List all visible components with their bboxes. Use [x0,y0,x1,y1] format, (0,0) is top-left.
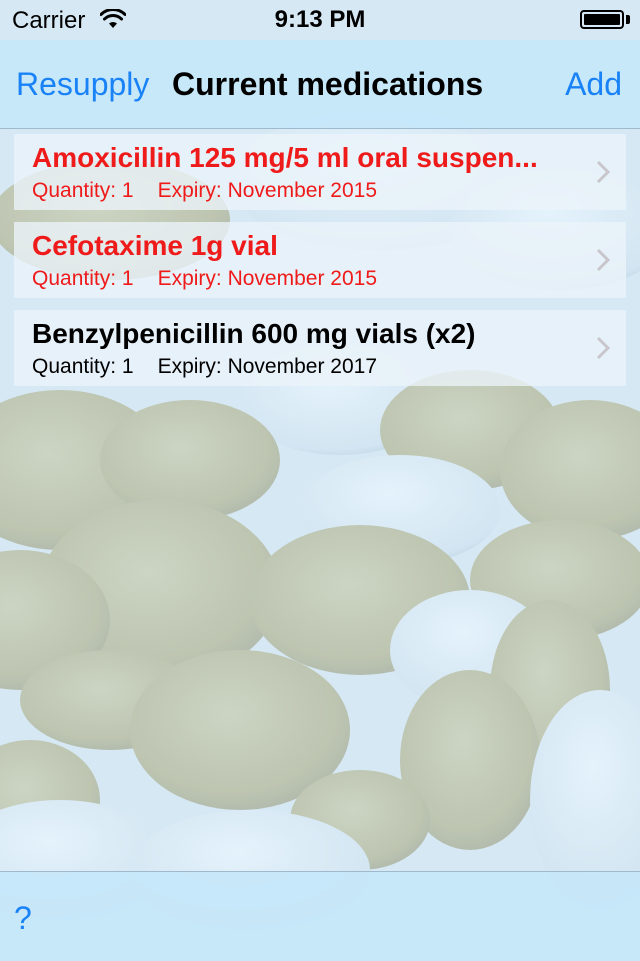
navigation-bar: Resupply Current medications Add [0,40,640,129]
medication-expiry: Expiry: November 2015 [157,267,377,290]
add-button[interactable]: Add [565,66,622,103]
medication-quantity: Quantity: 1 [32,179,134,202]
battery-icon [580,10,624,29]
medication-name: Benzylpenicillin 600 mg vials (x2) [32,318,476,349]
medication-expiry: Expiry: November 2015 [157,179,377,202]
medication-details: Quantity: 1 Expiry: November 2017 [32,355,377,379]
medication-details: Quantity: 1 Expiry: November 2015 [32,179,377,203]
medication-name: Amoxicillin 125 mg/5 ml oral suspen... [32,142,538,173]
medication-row[interactable]: Benzylpenicillin 600 mg vials (x2) Quant… [14,310,626,386]
chevron-right-icon [596,160,611,189]
medication-quantity: Quantity: 1 [32,355,134,378]
resupply-button[interactable]: Resupply [16,66,149,103]
help-button[interactable]: ? [14,900,32,937]
status-bar: Carrier 9:13 PM [0,0,640,40]
battery-level-fill [584,14,620,25]
medication-quantity: Quantity: 1 [32,267,134,290]
clock-time: 9:13 PM [274,6,366,33]
chevron-right-icon [596,336,611,365]
medication-row[interactable]: Amoxicillin 125 mg/5 ml oral suspen... Q… [14,134,626,210]
chevron-right-icon [596,248,611,277]
medication-row[interactable]: Cefotaxime 1g vial Quantity: 1 Expiry: No… [14,222,626,298]
battery-tip [626,15,630,24]
medication-expiry: Expiry: November 2017 [157,355,377,378]
bottom-toolbar: ? [0,871,640,961]
medication-list: Amoxicillin 125 mg/5 ml oral suspen... Q… [14,134,626,398]
page-title: Current medications [172,66,484,102]
medication-name: Cefotaxime 1g vial [32,230,278,261]
medication-details: Quantity: 1 Expiry: November 2015 [32,267,377,291]
